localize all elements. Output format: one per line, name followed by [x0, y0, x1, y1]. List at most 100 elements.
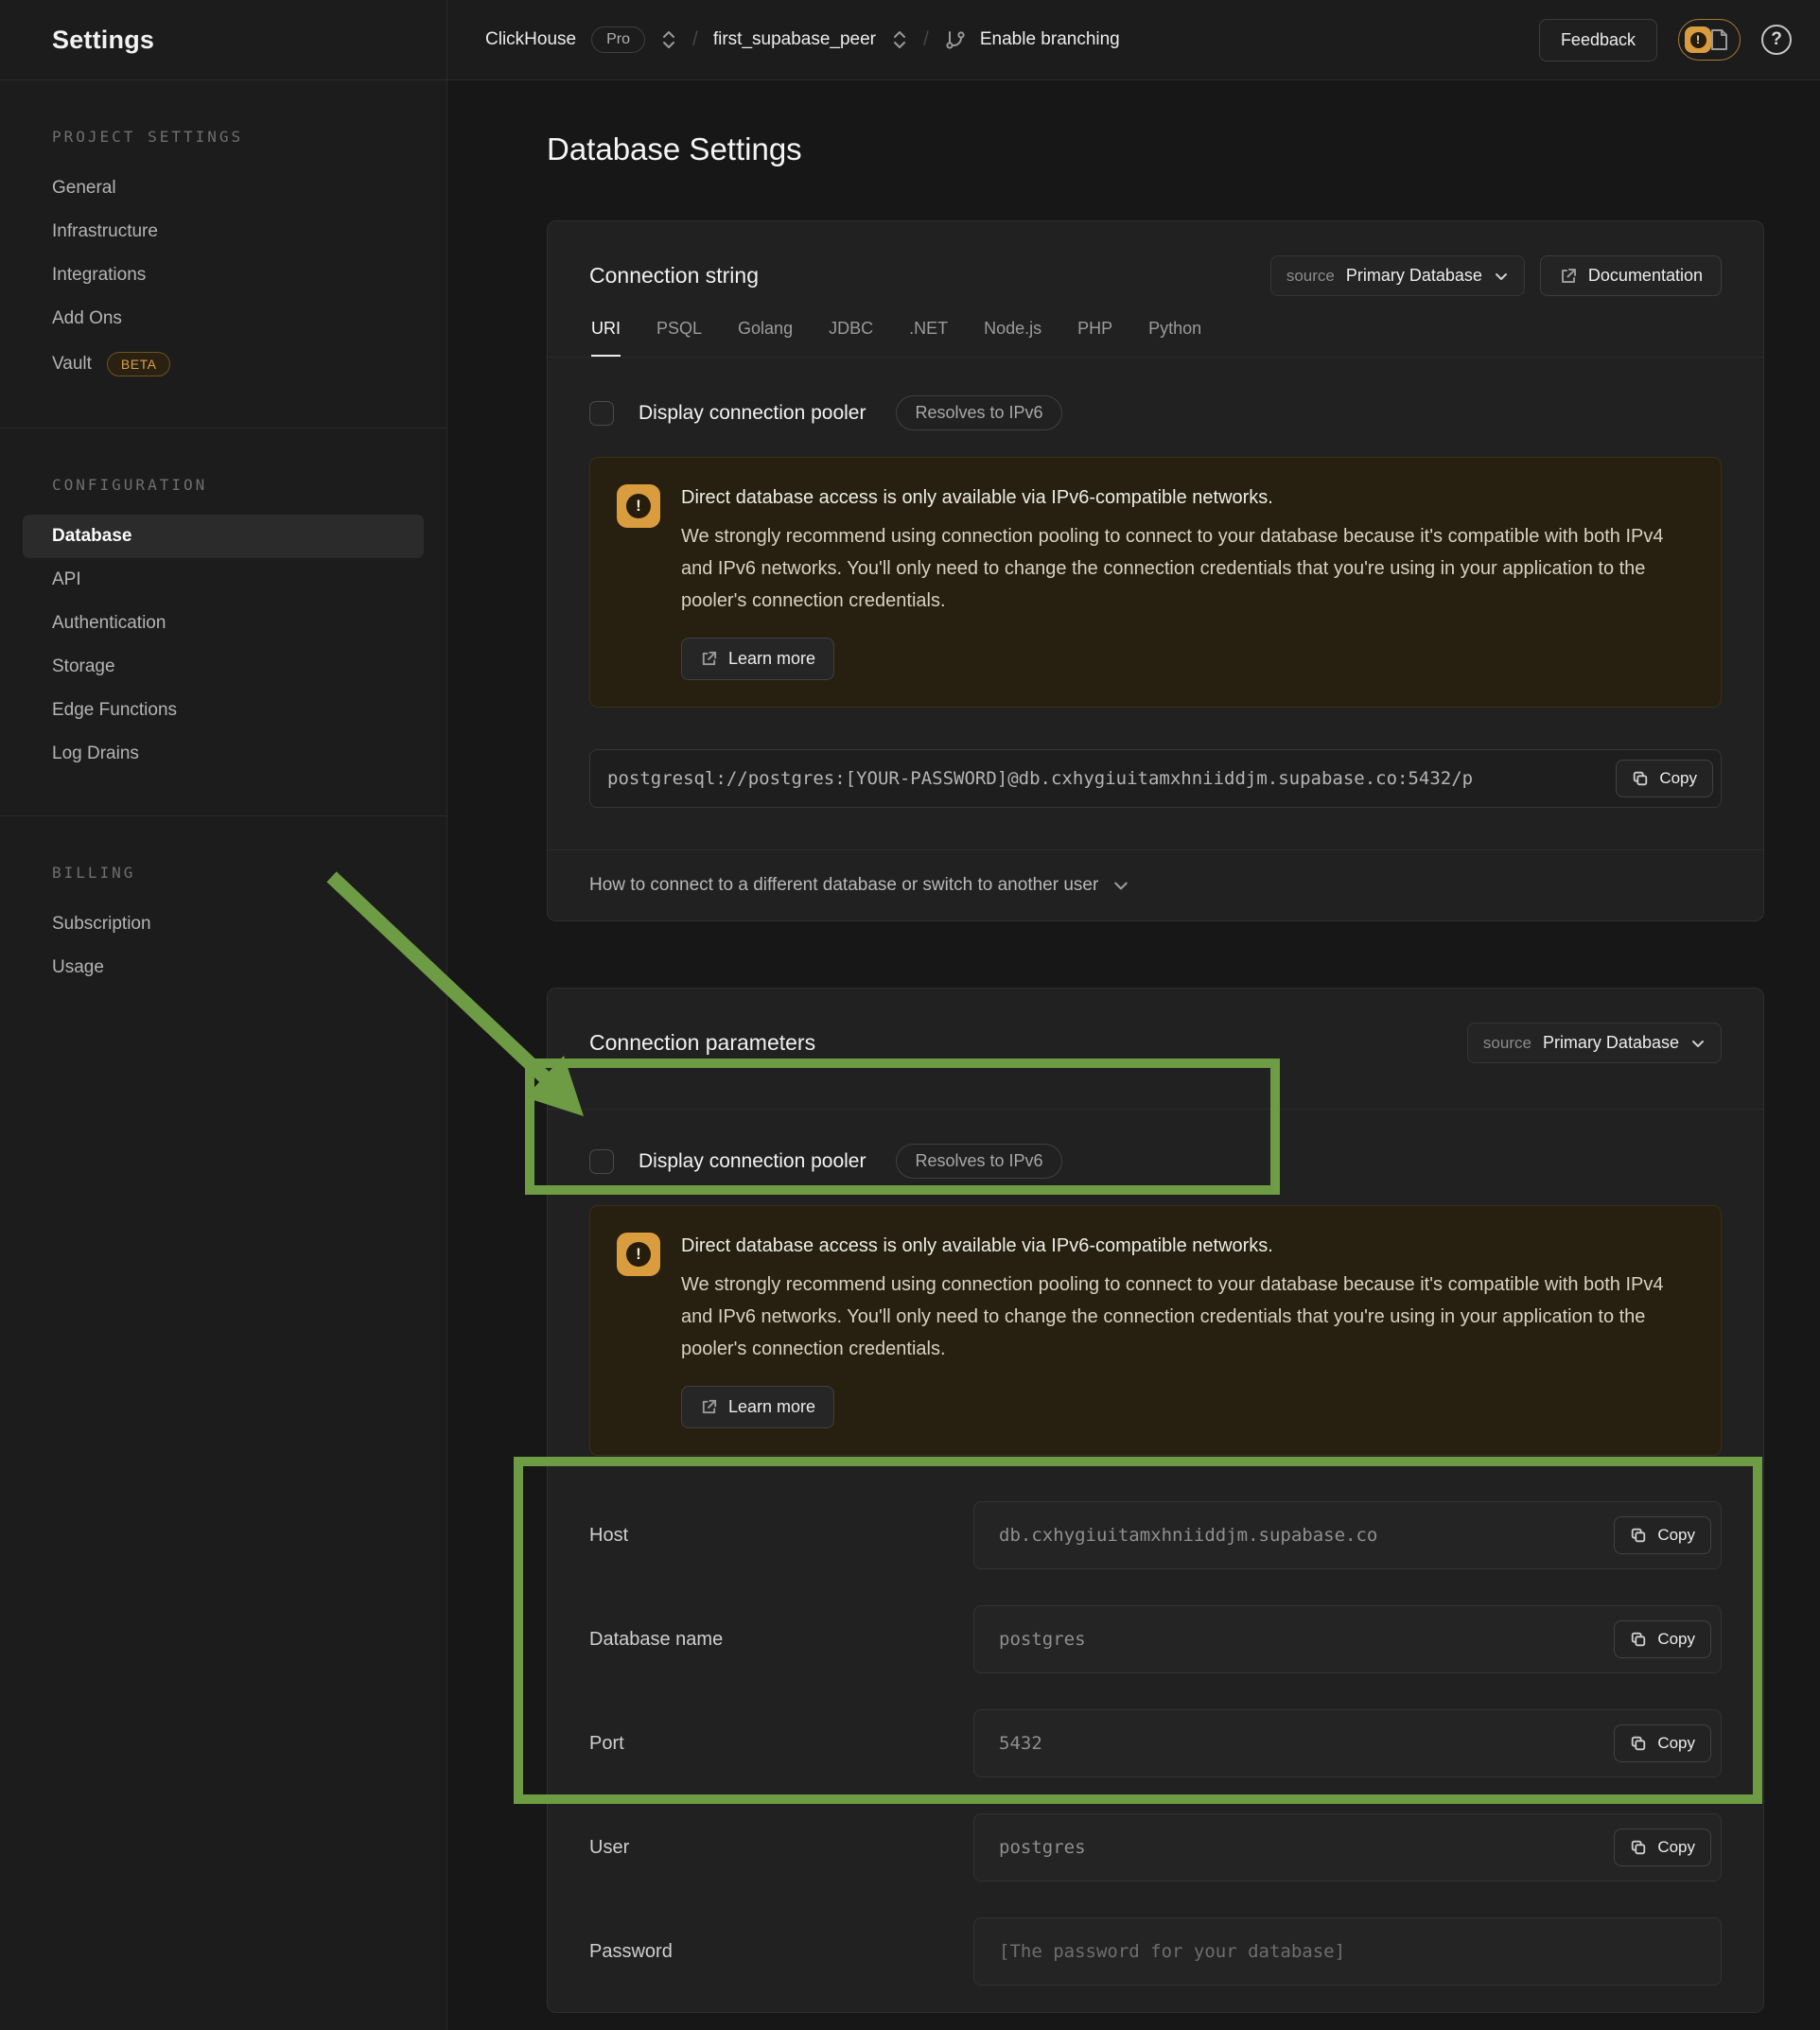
host-input[interactable]: db.cxhygiuitamxhniiddjm.supabase.co Copy — [973, 1501, 1722, 1569]
sidebar-item-infrastructure[interactable]: Infrastructure — [23, 210, 424, 254]
sidebar-item-database[interactable]: Database — [23, 515, 424, 558]
tab-psql[interactable]: PSQL — [656, 319, 702, 357]
sidebar-item-edge-functions[interactable]: Edge Functions — [23, 689, 424, 732]
tab-nodejs[interactable]: Node.js — [984, 319, 1041, 357]
chevron-down-icon — [1112, 877, 1129, 894]
source-select[interactable]: source Primary Database — [1270, 255, 1525, 296]
notifications-button[interactable]: ! — [1678, 19, 1741, 61]
port-input[interactable]: 5432 Copy — [973, 1709, 1722, 1777]
source-select[interactable]: source Primary Database — [1467, 1023, 1722, 1063]
connection-parameters-title: Connection parameters — [589, 1030, 815, 1056]
help-button[interactable]: ? — [1761, 25, 1792, 55]
sidebar-item-authentication[interactable]: Authentication — [23, 602, 424, 645]
plan-badge: Pro — [591, 26, 645, 53]
pooler-label: Display connection pooler — [639, 402, 866, 425]
display-connection-pooler-checkbox[interactable] — [589, 401, 614, 426]
database-name-input[interactable]: postgres Copy — [973, 1605, 1722, 1673]
password-field-row: Password [The password for your database… — [589, 1917, 1722, 1986]
connection-string-card: Connection string source Primary Databas… — [547, 220, 1764, 921]
password-label: Password — [589, 1941, 973, 1963]
breadcrumb-separator: / — [923, 28, 929, 51]
copy-host-button[interactable]: Copy — [1614, 1516, 1711, 1554]
warning-body: We strongly recommend using connection p… — [681, 1269, 1684, 1365]
copy-database-name-button[interactable]: Copy — [1614, 1620, 1711, 1658]
copy-icon — [1630, 1527, 1647, 1544]
section-title-project-settings: PROJECT SETTINGS — [23, 128, 424, 146]
topbar-actions: Feedback ! ? — [1539, 19, 1792, 61]
alert-badge-icon: ! — [1685, 26, 1711, 53]
chevrons-up-down-icon[interactable] — [891, 29, 908, 50]
connection-string-tabs: URI PSQL Golang JDBC .NET Node.js PHP Py… — [548, 296, 1763, 358]
warning-content: Direct database access is only available… — [681, 484, 1684, 680]
sidebar-item-usage[interactable]: Usage — [23, 946, 424, 989]
warning-icon: ! — [617, 1233, 660, 1276]
connection-uri-value: postgresql://postgres:[YOUR-PASSWORD]@db… — [607, 768, 1616, 789]
tab-uri[interactable]: URI — [591, 319, 621, 357]
database-name-label: Database name — [589, 1629, 973, 1651]
database-name-field-row: Database name postgres Copy — [589, 1605, 1722, 1673]
copy-icon — [1630, 1631, 1647, 1648]
documentation-button[interactable]: Documentation — [1540, 255, 1722, 296]
tab-jdbc[interactable]: JDBC — [829, 319, 873, 357]
connection-help-toggle[interactable]: How to connect to a different database o… — [548, 849, 1763, 920]
tab-dotnet[interactable]: .NET — [909, 319, 948, 357]
section-title-configuration: CONFIGURATION — [23, 476, 424, 494]
enable-branching-button[interactable]: Enable branching — [980, 29, 1120, 50]
sidebar-item-integrations[interactable]: Integrations — [23, 254, 424, 297]
sidebar-item-subscription[interactable]: Subscription — [23, 902, 424, 946]
breadcrumb-org[interactable]: ClickHouse — [485, 29, 576, 50]
copy-icon — [1630, 1735, 1647, 1752]
sidebar-item-api[interactable]: API — [23, 558, 424, 602]
warning-title: Direct database access is only available… — [681, 1233, 1684, 1259]
git-branch-icon — [944, 28, 967, 51]
sidebar-item-log-drains[interactable]: Log Drains — [23, 732, 424, 776]
app-root: Settings PROJECT SETTINGS General Infras… — [0, 0, 1820, 2030]
external-link-icon — [700, 650, 718, 668]
connection-parameters-actions: source Primary Database — [1467, 1023, 1722, 1063]
warning-icon: ! — [617, 484, 660, 528]
pooler-row: Display connection pooler Resolves to IP… — [589, 395, 1722, 430]
learn-more-button[interactable]: Learn more — [681, 638, 834, 680]
connection-parameters-card: Connection parameters source Primary Dat… — [547, 988, 1764, 2013]
connection-string-title: Connection string — [589, 263, 759, 289]
chevron-down-icon — [1494, 269, 1509, 284]
learn-more-button[interactable]: Learn more — [681, 1386, 834, 1428]
connection-parameters-header: Connection parameters source Primary Dat… — [548, 989, 1763, 1110]
external-link-icon — [1559, 267, 1578, 286]
host-field-row: Host db.cxhygiuitamxhniiddjm.supabase.co… — [589, 1501, 1722, 1569]
chevrons-up-down-icon[interactable] — [660, 29, 677, 50]
sidebar-item-vault[interactable]: Vault BETA — [23, 341, 424, 388]
connection-uri-field[interactable]: postgresql://postgres:[YOUR-PASSWORD]@db… — [589, 749, 1722, 808]
chevron-down-icon — [1690, 1036, 1706, 1051]
sidebar-item-storage[interactable]: Storage — [23, 645, 424, 689]
user-label: User — [589, 1837, 973, 1859]
sidebar: Settings PROJECT SETTINGS General Infras… — [0, 0, 447, 2030]
breadcrumb-project[interactable]: first_supabase_peer — [713, 29, 876, 50]
sidebar-item-general[interactable]: General — [23, 166, 424, 210]
password-input[interactable]: [The password for your database] — [973, 1917, 1722, 1986]
tab-golang[interactable]: Golang — [738, 319, 793, 357]
feedback-button[interactable]: Feedback — [1539, 19, 1657, 61]
copy-user-button[interactable]: Copy — [1614, 1829, 1711, 1866]
port-field-row: Port 5432 Copy — [589, 1709, 1722, 1777]
copy-icon — [1632, 770, 1649, 787]
warning-content: Direct database access is only available… — [681, 1233, 1684, 1428]
breadcrumb: ClickHouse Pro / first_supabase_peer / E… — [485, 26, 1120, 53]
tab-python[interactable]: Python — [1148, 319, 1201, 357]
pooler-row: Display connection pooler Resolves to IP… — [589, 1144, 1722, 1179]
copy-port-button[interactable]: Copy — [1614, 1724, 1711, 1762]
user-field-row: User postgres Copy — [589, 1813, 1722, 1881]
sidebar-nav: PROJECT SETTINGS General Infrastructure … — [0, 80, 446, 989]
sidebar-item-add-ons[interactable]: Add Ons — [23, 297, 424, 341]
section-configuration: CONFIGURATION Database API Authenticatio… — [23, 429, 424, 776]
connection-string-header: Connection string source Primary Databas… — [548, 221, 1763, 296]
breadcrumb-separator: / — [692, 28, 698, 51]
top-bar: ClickHouse Pro / first_supabase_peer / E… — [447, 0, 1820, 80]
copy-uri-button[interactable]: Copy — [1616, 760, 1713, 797]
section-project-settings: PROJECT SETTINGS General Infrastructure … — [23, 80, 424, 388]
display-connection-pooler-checkbox[interactable] — [589, 1149, 614, 1174]
ipv6-warning-box: ! Direct database access is only availab… — [589, 457, 1722, 708]
tab-php[interactable]: PHP — [1077, 319, 1112, 357]
user-input[interactable]: postgres Copy — [973, 1813, 1722, 1881]
section-billing: BILLING Subscription Usage — [23, 816, 424, 989]
